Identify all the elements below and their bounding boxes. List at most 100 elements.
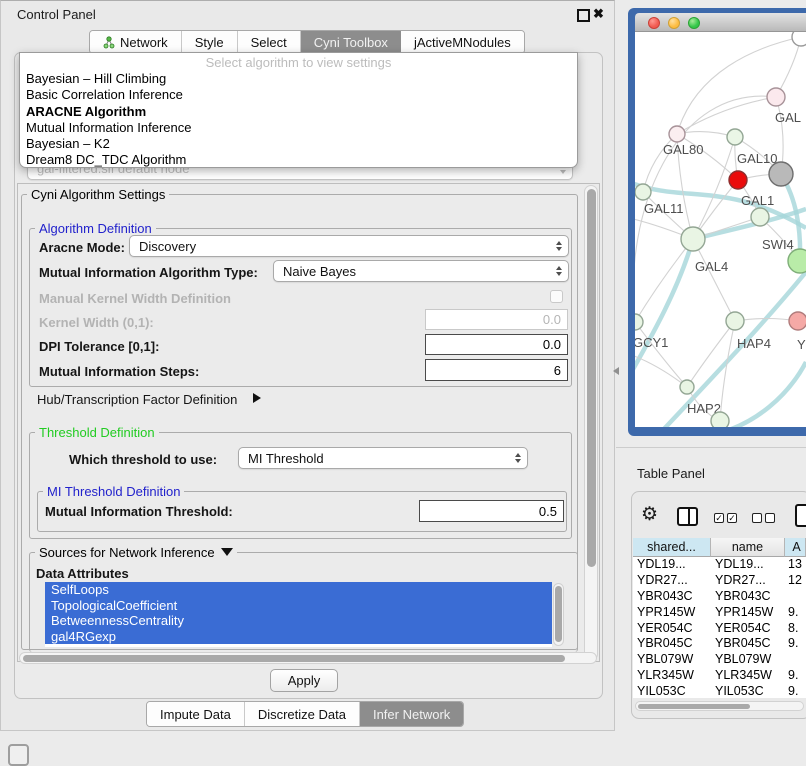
- table-cell: 9.: [785, 668, 806, 684]
- gear-icon[interactable]: ⚙: [641, 504, 658, 526]
- network-node[interactable]: [767, 88, 785, 106]
- table-cell: [785, 652, 806, 668]
- network-node[interactable]: [792, 32, 806, 46]
- network-node[interactable]: [769, 162, 793, 186]
- network-node[interactable]: [681, 227, 705, 251]
- table-cell: 9.: [785, 636, 806, 652]
- algorithm-definition-title: Algorithm Definition: [35, 221, 156, 236]
- network-node[interactable]: [669, 126, 685, 142]
- function-builder-icon[interactable]: [795, 504, 806, 527]
- float-icon[interactable]: [577, 9, 590, 22]
- network-node[interactable]: [788, 249, 806, 273]
- table-row[interactable]: YIL053CYIL053C9.: [633, 684, 806, 698]
- mi-type-combobox[interactable]: Naive Bayes: [273, 260, 569, 282]
- attributes-scrollbar[interactable]: [553, 583, 564, 646]
- table-cell: 8.: [785, 621, 806, 637]
- network-edge: [663, 272, 806, 427]
- columns-icon[interactable]: [677, 507, 698, 526]
- tab-discretize-data[interactable]: Discretize Data: [245, 702, 360, 726]
- network-node-label: GAL4: [695, 259, 728, 274]
- apply-button[interactable]: Apply: [270, 669, 338, 692]
- hub-definition-label[interactable]: Hub/Transcription Factor Definition: [37, 392, 237, 407]
- combo-arrows-icon: [515, 453, 521, 463]
- kernel-width-field[interactable]: 0.0: [425, 309, 568, 330]
- settings-vertical-scrollbar[interactable]: [584, 185, 598, 661]
- unchecked-columns-icon[interactable]: [765, 513, 775, 523]
- window-close-icon[interactable]: [648, 17, 660, 29]
- network-node[interactable]: [751, 208, 769, 226]
- network-node[interactable]: [680, 380, 694, 394]
- tab-jactivemnodules[interactable]: jActiveMNodules: [401, 31, 524, 53]
- mi-threshold-label: Mutual Information Threshold:: [45, 504, 233, 519]
- checked-columns-icon[interactable]: ✓: [727, 513, 737, 523]
- table-row[interactable]: YBR043CYBR043C: [633, 589, 806, 605]
- table-row[interactable]: YBL079WYBL079W: [633, 652, 806, 668]
- dpi-tolerance-field[interactable]: 0.0: [425, 334, 568, 355]
- tab-impute-data[interactable]: Impute Data: [147, 702, 245, 726]
- algorithm-popup-item[interactable]: Dream8 DC_TDC Algorithm: [20, 152, 577, 168]
- table-row[interactable]: YLR345WYLR345W9.: [633, 668, 806, 684]
- network-edge: [776, 37, 801, 97]
- combo-arrows-icon: [556, 266, 562, 276]
- tab-select[interactable]: Select: [238, 31, 301, 53]
- algorithm-popup-item[interactable]: Mutual Information Inference: [20, 120, 577, 136]
- network-node[interactable]: [635, 314, 643, 330]
- table-header-row: shared... name A: [633, 538, 806, 557]
- sources-title[interactable]: Sources for Network Inference: [35, 545, 237, 560]
- table-row[interactable]: YDR27...YDR27...12: [633, 573, 806, 589]
- algorithm-popup-item[interactable]: ARACNE Algorithm: [20, 104, 577, 120]
- network-node[interactable]: [726, 312, 744, 330]
- network-node[interactable]: [635, 184, 651, 200]
- table-cell: YBR045C: [633, 636, 711, 652]
- column-header-name[interactable]: name: [711, 538, 785, 557]
- window-zoom-icon[interactable]: [688, 17, 700, 29]
- table-horizontal-scrollbar[interactable]: [635, 701, 804, 711]
- cyni-bottom-tabs: Impute Data Discretize Data Infer Networ…: [146, 701, 464, 727]
- dpi-tolerance-label: DPI Tolerance [0,1]:: [39, 339, 159, 354]
- table-row[interactable]: YDL19...YDL19...13: [633, 557, 806, 573]
- unchecked-columns-icon[interactable]: [752, 513, 762, 523]
- table-row[interactable]: YPR145WYPR145W9.: [633, 605, 806, 621]
- algorithm-popup-item[interactable]: Bayesian – K2: [20, 136, 577, 152]
- settings-horizontal-scrollbar[interactable]: [19, 652, 597, 664]
- network-node[interactable]: [789, 312, 806, 330]
- tab-infer-network[interactable]: Infer Network: [360, 702, 463, 726]
- mi-threshold-field[interactable]: 0.5: [419, 500, 564, 522]
- manual-kernel-checkbox[interactable]: [550, 290, 563, 303]
- network-canvas[interactable]: GALGAL80GAL10GAL1GAL11SWI4GAL4GCY1HAP4YH…: [635, 32, 806, 427]
- table-row[interactable]: YER054CYER054C8.: [633, 621, 806, 637]
- tab-cyni-toolbox[interactable]: Cyni Toolbox: [301, 31, 401, 53]
- network-node[interactable]: [727, 129, 743, 145]
- algorithm-popup-items: Bayesian – Hill ClimbingBasic Correlatio…: [20, 71, 577, 168]
- table-cell: YBR045C: [711, 636, 785, 652]
- window-minimize-icon[interactable]: [668, 17, 680, 29]
- table-row[interactable]: YBR045CYBR045C9.: [633, 636, 806, 652]
- network-node-label: HAP4: [737, 336, 771, 351]
- data-attribute-item[interactable]: gal4RGexp: [45, 629, 552, 645]
- network-icon: [103, 36, 115, 49]
- data-attribute-item[interactable]: BetweennessCentrality: [45, 613, 552, 629]
- hub-expand-arrow-icon[interactable]: [253, 393, 261, 403]
- which-threshold-combobox[interactable]: MI Threshold: [238, 447, 528, 469]
- kernel-width-label: Kernel Width (0,1):: [39, 315, 154, 330]
- tab-network[interactable]: Network: [90, 31, 182, 53]
- minimized-panel-icon[interactable]: [8, 744, 29, 766]
- algorithm-popup-item[interactable]: Bayesian – Hill Climbing: [20, 71, 577, 87]
- column-header-partial[interactable]: A: [785, 538, 806, 557]
- column-header-shared-name[interactable]: shared...: [633, 538, 711, 557]
- network-window-titlebar[interactable]: [635, 13, 806, 32]
- network-node-label: GAL11: [644, 201, 684, 216]
- combo-arrows-icon: [556, 241, 562, 251]
- table-cell: YIL053C: [711, 684, 785, 698]
- close-icon[interactable]: ✖: [593, 7, 604, 20]
- tab-style[interactable]: Style: [182, 31, 238, 53]
- mi-steps-field[interactable]: 6: [425, 359, 568, 381]
- divider-collapse-icon[interactable]: [613, 367, 619, 375]
- algorithm-popup-item[interactable]: Basic Correlation Inference: [20, 87, 577, 103]
- data-attribute-item[interactable]: SelfLoops: [45, 582, 552, 598]
- network-node[interactable]: [711, 412, 729, 427]
- checked-columns-icon[interactable]: ✓: [714, 513, 724, 523]
- data-attribute-item[interactable]: TopologicalCoefficient: [45, 598, 552, 614]
- aracne-mode-combobox[interactable]: Discovery: [129, 235, 569, 257]
- network-node[interactable]: [729, 171, 747, 189]
